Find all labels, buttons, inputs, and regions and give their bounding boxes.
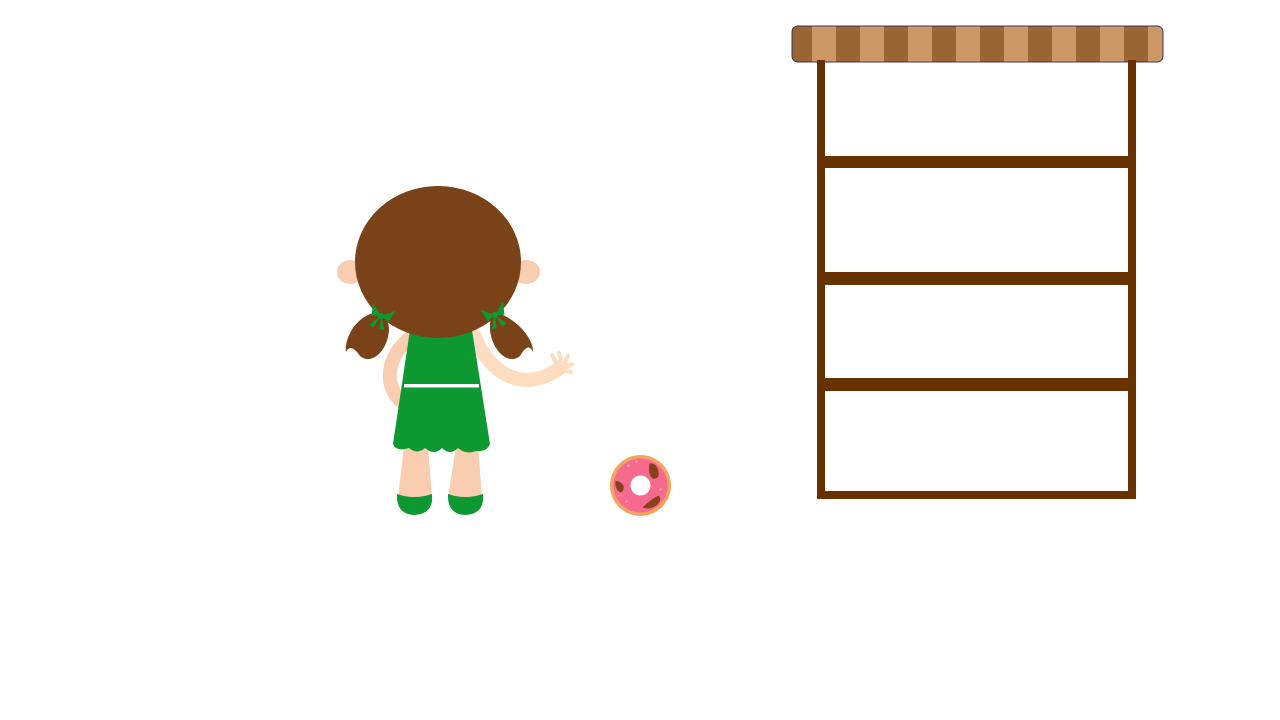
- left-shoe: [396, 494, 433, 515]
- awning-stripe: [884, 26, 908, 62]
- awning-stripe: [1004, 26, 1028, 62]
- shelf-awning: [791, 25, 1164, 63]
- donut-icon[interactable]: [610, 455, 671, 516]
- shelf[interactable]: [788, 25, 1172, 499]
- awning-stripe: [908, 26, 932, 62]
- awning-stripe: [1148, 26, 1163, 62]
- awning-stripe: [1028, 26, 1052, 62]
- awning-stripe: [1052, 26, 1076, 62]
- left-pigtail: [345, 312, 389, 360]
- awning-stripe: [836, 26, 860, 62]
- awning-stripe: [860, 26, 884, 62]
- girl-character: [337, 186, 574, 515]
- awning-stripe: [980, 26, 1004, 62]
- right-pigtail: [490, 312, 534, 360]
- right-leg: [448, 446, 482, 498]
- dress-waist-stripe: [404, 384, 479, 388]
- right-shoe: [447, 494, 484, 515]
- right-hand: [550, 351, 574, 374]
- shelf-compartment-1[interactable]: [825, 62, 1128, 156]
- left-leg: [398, 446, 432, 498]
- awning-stripe: [1076, 26, 1100, 62]
- shelf-compartment-2[interactable]: [825, 168, 1128, 272]
- awning-stripe: [1124, 26, 1148, 62]
- awning-stripe: [932, 26, 956, 62]
- awning-stripe: [956, 26, 980, 62]
- awning-stripe: [812, 26, 836, 62]
- shelf-compartment-3[interactable]: [825, 285, 1128, 378]
- awning-stripe: [1100, 26, 1124, 62]
- shelf-compartment-4[interactable]: [825, 391, 1128, 491]
- game-scene: [337, 25, 1172, 516]
